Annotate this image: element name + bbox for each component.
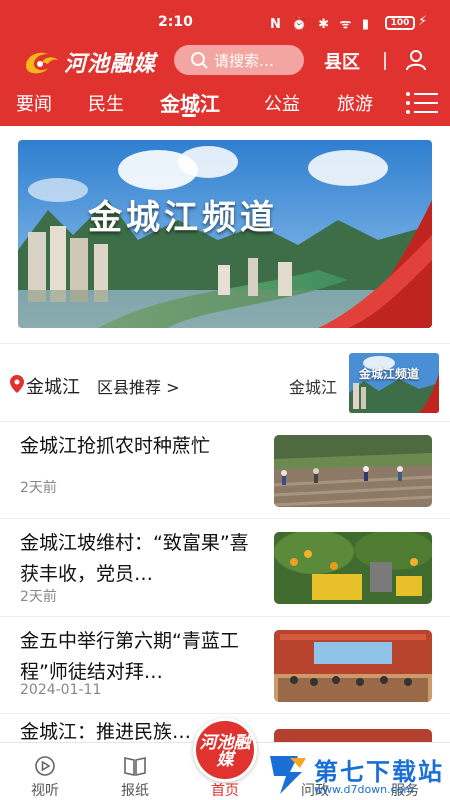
channel-banner[interactable]: 金城江频道 xyxy=(18,140,432,328)
search-placeholder: 请搜索… xyxy=(214,51,275,70)
news-image xyxy=(274,532,432,604)
location-pin-icon xyxy=(10,375,24,393)
logo-mark-icon xyxy=(26,52,58,74)
tab-gongyi[interactable]: 公益 xyxy=(264,90,300,116)
news-time: 2天前 xyxy=(20,589,57,605)
search-box[interactable]: 请搜索… xyxy=(174,45,304,75)
charging-icon: ⚡ xyxy=(418,14,428,29)
county-channel-label[interactable]: 金城江 xyxy=(289,374,337,398)
county-recommend-link[interactable]: 区县推荐 > xyxy=(97,374,180,398)
channel-tabs: 要闻 民生 金城江 公益 旅游 xyxy=(0,86,450,120)
news-item[interactable]: 金城江抢抓农时种蔗忙 2天前 xyxy=(0,421,450,519)
nav-baozhi[interactable]: 报纸 xyxy=(100,743,170,800)
banner-title: 金城江频道 xyxy=(88,198,278,238)
news-title: 金城江坡维村：“致富果”喜获丰收，党员… xyxy=(20,532,249,585)
home-logo-text: 河池融媒 xyxy=(199,733,251,770)
news-time: 2024-01-11 xyxy=(20,682,102,698)
watermark-url: www.d7down.com xyxy=(314,783,415,796)
county-thumb-image xyxy=(349,353,439,413)
news-thumbnail xyxy=(274,532,432,604)
news-title: 金城江抢抓农时种蔗忙 xyxy=(20,435,211,457)
county-button[interactable]: 县区 xyxy=(324,48,360,74)
app-logo[interactable]: 河池融媒 xyxy=(22,44,156,80)
header-divider xyxy=(384,52,386,70)
play-circle-icon xyxy=(35,756,55,776)
county-name: 金城江 xyxy=(26,377,80,398)
county-recommend-row[interactable]: 金城江 区县推荐 > 金城江 金城江频道 xyxy=(0,343,450,421)
book-icon xyxy=(124,757,146,776)
nav-label: 视听 xyxy=(31,783,59,799)
app-screen: 2:10 N ⏰ ✱ ᯤ ▮ 100 ⚡ 河池融媒 请搜索… 县区 要闻 民生 … xyxy=(0,0,450,800)
news-image xyxy=(274,630,432,702)
nav-label: 首页 xyxy=(211,783,239,799)
news-thumbnail xyxy=(274,630,432,702)
nav-label: 报纸 xyxy=(121,783,149,799)
county-channel-thumbnail[interactable]: 金城江频道 xyxy=(349,353,439,413)
news-image xyxy=(274,435,432,507)
app-header: 2:10 N ⏰ ✱ ᯤ ▮ 100 ⚡ 河池融媒 请搜索… 县区 要闻 民生 … xyxy=(0,0,450,126)
watermark: 第七下载站 www.d7down.com xyxy=(262,742,450,800)
nav-shiting[interactable]: 视听 xyxy=(10,743,80,800)
status-bar: 2:10 N ⏰ ✱ ᯤ ▮ 100 ⚡ xyxy=(0,12,450,36)
active-tab-indicator xyxy=(182,114,196,117)
news-time: 2天前 xyxy=(20,480,57,496)
tab-jinchengjiang[interactable]: 金城江 xyxy=(160,88,220,117)
watermark-logo-icon xyxy=(270,756,306,794)
home-logo-button[interactable]: 河池融媒 xyxy=(193,718,257,782)
user-icon[interactable] xyxy=(404,48,428,72)
news-title: 金五中举行第六期“青蓝工程”师徒结对拜… xyxy=(20,630,239,683)
news-item[interactable]: 金五中举行第六期“青蓝工程”师徒结对拜… 2024-01-11 xyxy=(0,616,450,714)
status-time: 2:10 xyxy=(158,14,193,30)
logo-text: 河池融媒 xyxy=(64,51,157,77)
news-item[interactable]: 金城江坡维村：“致富果”喜获丰收，党员… 2天前 xyxy=(0,518,450,616)
status-icons: N ⏰ ✱ ᯤ ▮ xyxy=(270,17,373,32)
tab-lvyou[interactable]: 旅游 xyxy=(337,90,373,116)
search-icon xyxy=(191,52,208,69)
news-thumbnail xyxy=(274,435,432,507)
watermark-text: 第七下载站 xyxy=(314,758,444,786)
county-thumb-title: 金城江频道 xyxy=(359,367,420,381)
channel-menu-icon[interactable] xyxy=(406,92,438,114)
battery-icon: 100 xyxy=(385,16,415,30)
tab-minsheng[interactable]: 民生 xyxy=(88,90,124,116)
tab-yaowen[interactable]: 要闻 xyxy=(16,90,52,116)
